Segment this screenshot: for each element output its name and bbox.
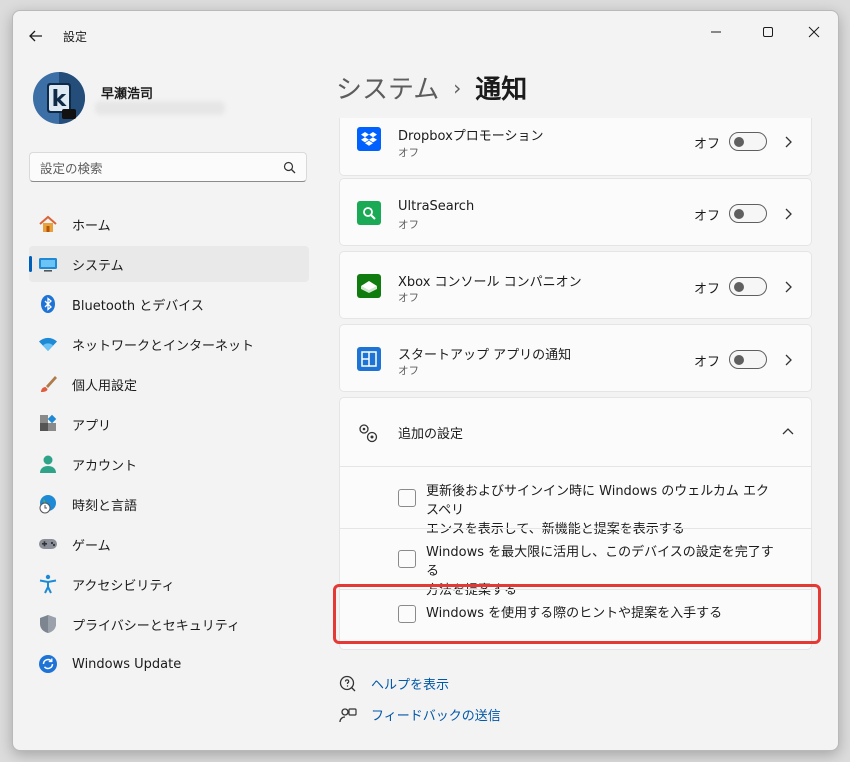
gears-icon bbox=[359, 424, 378, 443]
app-status: オフ bbox=[398, 292, 419, 304]
back-button[interactable] bbox=[27, 27, 45, 45]
breadcrumb-separator: › bbox=[453, 75, 462, 100]
toggle-label: オフ bbox=[694, 282, 721, 297]
svg-text:k: k bbox=[52, 87, 68, 112]
page-title: 通知 bbox=[475, 75, 528, 105]
app-name: Dropboxプロモーション bbox=[398, 129, 544, 144]
scroll-area: Dropboxプロモーション オフ オフ UltraSearch オフ オフ X… bbox=[13, 118, 838, 658]
toggle-label: オフ bbox=[694, 209, 721, 224]
app-row-ultrasearch[interactable]: UltraSearch オフ オフ bbox=[339, 178, 812, 246]
additional-settings-title: 追加の設定 bbox=[398, 427, 464, 442]
feedback-link-row[interactable]: フィードバックの送信 bbox=[339, 705, 501, 724]
toggle-switch[interactable] bbox=[729, 350, 767, 369]
close-button[interactable] bbox=[791, 17, 837, 47]
back-arrow-icon bbox=[29, 30, 42, 42]
settings-window: 設定 k 早瀬浩司 ホーム bbox=[12, 10, 839, 751]
highlight-annotation bbox=[333, 584, 821, 644]
toggle-switch[interactable] bbox=[729, 277, 767, 296]
sidebar-item-label: Windows Update bbox=[72, 656, 182, 672]
avatar[interactable]: k bbox=[32, 71, 86, 125]
app-name: スタートアップ アプリの通知 bbox=[398, 348, 572, 363]
minimize-button[interactable] bbox=[693, 17, 739, 47]
ultrasearch-icon bbox=[357, 201, 381, 225]
option-label: 更新後およびサインイン時に Windows のウェルカム エクスペリ エンスを表… bbox=[426, 484, 770, 537]
additional-settings-header[interactable]: 追加の設定 bbox=[340, 398, 811, 466]
user-email-blurred bbox=[95, 101, 225, 115]
feedback-link[interactable]: フィードバックの送信 bbox=[371, 705, 501, 724]
app-row-startup[interactable]: スタートアップ アプリの通知 オフ オフ bbox=[339, 324, 812, 392]
toggle-label: オフ bbox=[694, 355, 721, 370]
app-name: Xbox コンソール コンパニオン bbox=[398, 275, 582, 290]
xbox-icon bbox=[357, 274, 381, 298]
minimize-icon bbox=[711, 31, 721, 33]
close-icon bbox=[808, 26, 820, 38]
breadcrumb-parent[interactable]: システム bbox=[336, 69, 439, 106]
app-title: 設定 bbox=[63, 30, 88, 44]
app-name: UltraSearch bbox=[398, 199, 475, 214]
feedback-icon bbox=[339, 707, 357, 722]
chevron-right-icon[interactable] bbox=[782, 281, 794, 293]
app-row-xbox[interactable]: Xbox コンソール コンパニオン オフ オフ bbox=[339, 251, 812, 319]
dropbox-icon bbox=[357, 127, 381, 151]
chevron-up-icon[interactable] bbox=[782, 426, 794, 438]
chevron-right-icon[interactable] bbox=[782, 354, 794, 366]
app-status: オフ bbox=[398, 365, 419, 377]
maximize-button[interactable] bbox=[745, 17, 791, 47]
maximize-icon bbox=[763, 27, 773, 37]
chevron-right-icon[interactable] bbox=[782, 136, 794, 148]
help-link-row[interactable]: ヘルプを表示 bbox=[339, 674, 449, 693]
startup-apps-icon bbox=[357, 347, 381, 371]
app-status: オフ bbox=[398, 147, 419, 159]
chevron-right-icon[interactable] bbox=[782, 208, 794, 220]
toggle-switch[interactable] bbox=[729, 132, 767, 151]
toggle-switch[interactable] bbox=[729, 204, 767, 223]
app-row-dropbox[interactable]: Dropboxプロモーション オフ オフ bbox=[339, 118, 812, 176]
checkbox-welcome-experience[interactable] bbox=[398, 489, 416, 507]
checkbox-device-setup[interactable] bbox=[398, 550, 416, 568]
toggle-label: オフ bbox=[694, 137, 721, 152]
user-name: 早瀬浩司 bbox=[101, 87, 154, 102]
help-icon bbox=[339, 675, 356, 691]
breadcrumb: システム › 通知 bbox=[336, 69, 527, 106]
help-link[interactable]: ヘルプを表示 bbox=[371, 674, 449, 693]
app-status: オフ bbox=[398, 219, 419, 231]
